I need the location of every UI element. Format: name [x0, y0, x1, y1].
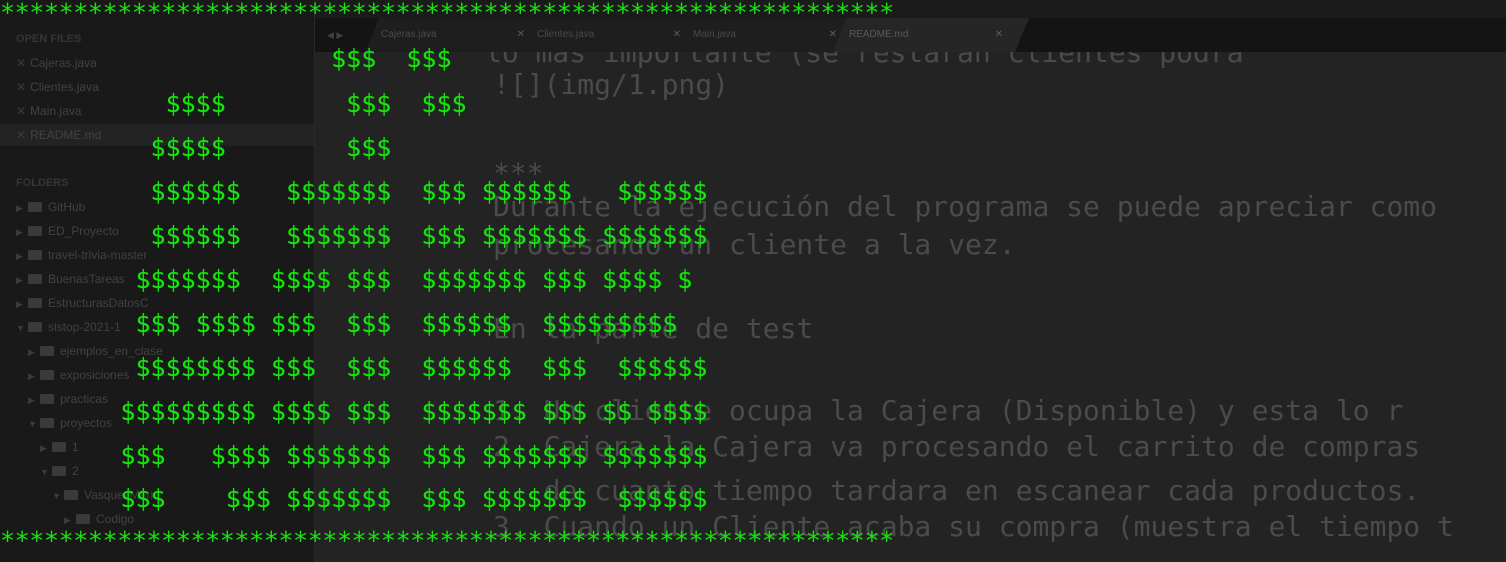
- code-line: lo mas importante (se restaran clientes …: [485, 52, 1244, 69]
- folder-icon: [28, 274, 42, 284]
- tab-clientes[interactable]: Clientes.java ✕: [521, 18, 707, 52]
- folder-label: practicas: [60, 392, 109, 406]
- open-files-header: OPEN FILES: [16, 33, 82, 45]
- sidebar: OPEN FILES ✕ Cajeras.java ✕ Clientes.java …: [0, 0, 315, 562]
- open-file-item[interactable]: ✕ Main.java: [0, 100, 330, 122]
- chevron-down-icon: ▼: [52, 491, 61, 501]
- folder-icon: [52, 442, 66, 452]
- code-line: 3. Cuando un Cliente acaba su compra (mu…: [493, 510, 1454, 543]
- folder-label: ED_Proyecto: [48, 224, 119, 238]
- chevron-right-icon: ▶: [28, 347, 35, 357]
- tab-label: Clientes.java: [537, 29, 595, 40]
- folder-open-icon: [40, 418, 54, 428]
- code-line: 1. Un cliente ocupa la Cajera (Disponibl…: [493, 394, 1404, 427]
- folder-label: VasquezMario: [84, 488, 160, 502]
- close-icon[interactable]: ✕: [995, 18, 1003, 52]
- folder-item[interactable]: ▶ EstructurasDatosC: [16, 292, 149, 314]
- close-icon[interactable]: ✕: [16, 128, 26, 142]
- open-file-item[interactable]: ✕ Clientes.java: [0, 76, 330, 98]
- tab-cajeras[interactable]: Cajeras.java ✕: [365, 18, 551, 52]
- tab-bar: ◀ ▶ Cajeras.java ✕ Clientes.java ✕ Main.ja…: [315, 18, 1506, 52]
- editor-pane[interactable]: lo mas importante (se restaran clientes …: [315, 52, 1506, 562]
- code-line: procesando un cliente a la vez.: [493, 228, 1016, 261]
- folder-label: 1: [72, 440, 79, 454]
- folder-item[interactable]: ▼ proyectos: [28, 412, 112, 434]
- folder-icon: [76, 514, 90, 524]
- folder-label: 2: [72, 464, 79, 478]
- folder-icon: [28, 298, 42, 308]
- chevron-right-icon: ▶: [40, 443, 47, 453]
- chevron-right-icon: ▶: [28, 395, 35, 405]
- folder-item[interactable]: ▼ 2: [40, 460, 79, 482]
- chevron-right-icon: ▶: [16, 299, 23, 309]
- open-file-label: Clientes.java: [30, 80, 99, 94]
- chevron-right-icon: ▶: [28, 371, 35, 381]
- open-file-label: Main.java: [30, 104, 82, 118]
- folder-label: GitHub: [48, 200, 86, 214]
- folder-item[interactable]: ▼ VasquezMario: [52, 484, 160, 506]
- folders-header: FOLDERS: [16, 177, 69, 189]
- folder-icon: [28, 202, 42, 212]
- folder-item[interactable]: ▶ travel-trivia-master: [16, 244, 147, 266]
- close-icon[interactable]: ✕: [16, 104, 26, 118]
- code-line: 2. Cajera la Cajera va procesando el car…: [493, 430, 1421, 463]
- folder-open-icon: [28, 322, 42, 332]
- close-icon[interactable]: ✕: [16, 80, 26, 94]
- open-file-item-selected[interactable]: ✕ README.md: [0, 124, 314, 146]
- folder-open-icon: [64, 490, 78, 500]
- folder-icon: [40, 370, 54, 380]
- folder-icon: [28, 250, 42, 260]
- folder-icon: [40, 394, 54, 404]
- folder-icon: [28, 226, 42, 236]
- open-file-label: README.md: [30, 128, 102, 142]
- folder-label: Codigo: [96, 512, 135, 526]
- code-line: ![](img/1.png): [493, 68, 730, 101]
- chevron-right-icon: ▶: [16, 251, 23, 261]
- close-icon[interactable]: ✕: [16, 56, 26, 70]
- chevron-down-icon: ▼: [40, 467, 49, 477]
- code-line: ***: [493, 157, 544, 190]
- code-line: de cuanto tiempo tardara en escanear cad…: [493, 474, 1421, 507]
- folder-item[interactable]: ▶ exposiciones: [28, 364, 129, 386]
- folder-label: proyectos: [60, 416, 113, 430]
- tab-label: Cajeras.java: [381, 29, 437, 40]
- folder-label: exposiciones: [60, 368, 130, 382]
- folder-label: BuenasTareas: [48, 272, 125, 286]
- folder-open-icon: [52, 466, 66, 476]
- chevron-right-icon: ▶: [16, 275, 23, 285]
- folder-item[interactable]: ▶ ED_Proyecto: [16, 220, 119, 242]
- folder-label: ejemplos_en_clase: [60, 344, 163, 358]
- folder-item[interactable]: ▶ Codigo: [64, 508, 134, 530]
- folder-label: sistop-2021-1: [48, 320, 121, 334]
- folder-label: travel-trivia-master: [48, 248, 148, 262]
- tab-label: Main.java: [693, 29, 736, 40]
- folder-item[interactable]: ▶ GitHub: [16, 196, 85, 218]
- folder-item[interactable]: ▼ sistop-2021-1: [16, 316, 121, 338]
- tab-label: README.md: [849, 29, 909, 40]
- chevron-down-icon: ▼: [16, 323, 25, 333]
- folder-icon: [40, 346, 54, 356]
- chevron-right-icon: ▶: [64, 515, 71, 525]
- folder-item[interactable]: ▶ practicas: [28, 388, 108, 410]
- tab-nav-arrows-icon[interactable]: ◀ ▶: [327, 18, 343, 52]
- tab-main[interactable]: Main.java ✕: [677, 18, 863, 52]
- open-file-label: Cajeras.java: [30, 56, 97, 70]
- folder-item[interactable]: ▶ BuenasTareas: [16, 268, 125, 290]
- open-file-item[interactable]: ✕ Cajeras.java: [0, 52, 330, 74]
- code-line: En la parte de test: [493, 312, 814, 345]
- folder-label: EstructurasDatosC: [48, 296, 149, 310]
- folder-item[interactable]: ▶ ejemplos_en_clase: [28, 340, 163, 362]
- tab-readme[interactable]: README.md ✕: [833, 18, 1029, 52]
- code-line: Durante la ejecución del programa se pue…: [493, 190, 1438, 223]
- chevron-right-icon: ▶: [16, 227, 23, 237]
- chevron-down-icon: ▼: [28, 419, 37, 429]
- chevron-right-icon: ▶: [16, 203, 23, 213]
- folder-item[interactable]: ▶ 1: [40, 436, 79, 458]
